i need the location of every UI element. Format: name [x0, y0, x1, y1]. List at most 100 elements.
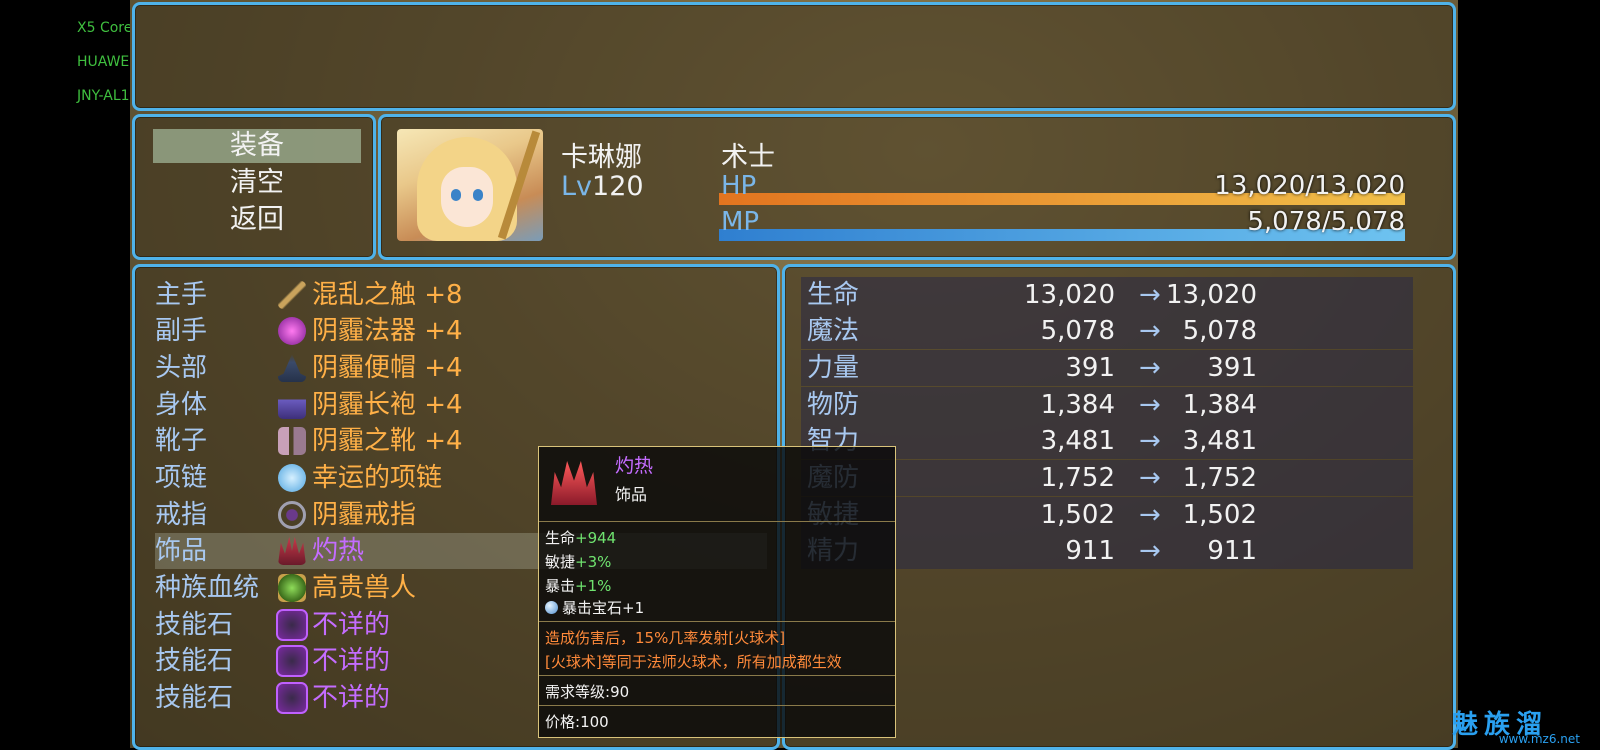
item-tooltip: 灼热 饰品 生命+944 敏捷+3% 暴击+1% 暴击宝石+1 造成伤害后，15… — [538, 446, 896, 738]
param-row: 生命 13,020 → 13,020 — [801, 277, 1413, 313]
param-new: 3,481 — [1182, 426, 1257, 456]
item-name: 不详的 — [312, 646, 391, 676]
tooltip-stat-crit: 暴击+1% — [545, 577, 612, 595]
command-equip[interactable]: 装备 — [153, 129, 361, 163]
ring-icon — [278, 501, 306, 529]
item-name: 高贵兽人 — [312, 573, 417, 603]
level-label: Lv — [561, 171, 593, 202]
equip-slot-body[interactable]: 身体 阴霾长袍 +4 — [155, 387, 767, 423]
mp-value: 5,078/5,078 — [1247, 207, 1405, 237]
item-name: 混乱之触 +8 — [312, 280, 463, 310]
hp-label: HP — [721, 171, 757, 201]
param-new: 5,078 — [1182, 316, 1257, 346]
right-arrow-icon: → — [1139, 500, 1161, 530]
slot-type-label: 技能石 — [155, 610, 234, 640]
param-new: 1,752 — [1182, 463, 1257, 493]
command-window: 装备 清空 返回 — [132, 114, 376, 260]
item-name: 阴霾便帽 +4 — [312, 353, 463, 383]
necklace-icon — [278, 464, 306, 492]
orb-icon — [278, 317, 306, 345]
tooltip-stat-hp: 生命+944 — [545, 529, 617, 547]
param-row: 力量 391 → 391 — [801, 350, 1413, 386]
param-current: 1,752 — [1040, 463, 1115, 493]
param-new: 13,020 — [1166, 280, 1257, 310]
skill-stone-icon — [276, 645, 308, 677]
tooltip-effect-line-2: [火球术]等同于法师火球术，所有加成都生效 — [545, 653, 842, 671]
slot-type-label: 副手 — [155, 316, 208, 346]
mp-gauge: MP 5,078/5,078 — [719, 207, 1405, 241]
param-row: 物防 1,384 → 1,384 — [801, 387, 1413, 423]
slot-type-label: 靴子 — [155, 426, 208, 456]
hp-gauge: HP 13,020/13,020 — [719, 171, 1405, 205]
right-arrow-icon: → — [1139, 316, 1161, 346]
item-name: 阴霾法器 +4 — [312, 316, 463, 346]
right-arrow-icon: → — [1139, 536, 1161, 566]
command-back[interactable]: 返回 — [153, 203, 361, 237]
command-clear[interactable]: 清空 — [153, 166, 361, 200]
right-arrow-icon: → — [1139, 353, 1161, 383]
param-new: 1,502 — [1182, 500, 1257, 530]
param-current: 3,481 — [1040, 426, 1115, 456]
level-value: 120 — [592, 171, 644, 202]
watermark-url: www.mz6.net — [1498, 732, 1580, 746]
slot-type-label: 项链 — [155, 463, 208, 493]
right-arrow-icon: → — [1139, 426, 1161, 456]
param-current: 911 — [1065, 536, 1115, 566]
tooltip-item-type: 饰品 — [615, 485, 648, 504]
gem-icon — [545, 601, 558, 614]
item-name: 阴霾戒指 — [312, 500, 417, 530]
staff-icon — [278, 281, 306, 309]
slot-type-label: 种族血统 — [155, 573, 260, 603]
item-name: 灼热 — [312, 536, 365, 566]
equip-slot-off-hand[interactable]: 副手 阴霾法器 +4 — [155, 313, 767, 349]
actor-class: 术士 — [721, 142, 775, 173]
param-current: 5,078 — [1040, 316, 1115, 346]
param-row: 魔法 5,078 → 5,078 — [801, 313, 1413, 349]
hp-value: 13,020/13,020 — [1214, 171, 1405, 201]
param-current: 1,384 — [1040, 390, 1115, 420]
right-arrow-icon: → — [1139, 280, 1161, 310]
accessory-icon — [278, 537, 306, 565]
slot-type-label: 主手 — [155, 280, 208, 310]
actor-level: Lv120 — [561, 171, 644, 202]
item-name: 幸运的项链 — [312, 463, 443, 493]
actor-name: 卡琳娜 — [561, 142, 642, 173]
bloodline-icon — [278, 574, 306, 602]
accessory-icon — [551, 461, 597, 505]
param-new: 1,384 — [1182, 390, 1257, 420]
skill-stone-icon — [276, 682, 308, 714]
tooltip-required-level: 需求等级:90 — [545, 683, 630, 701]
tooltip-price: 价格:100 — [545, 713, 609, 731]
param-name: 物防 — [807, 390, 860, 420]
slot-type-label: 头部 — [155, 353, 208, 383]
actor-status-window: 卡琳娜 术士 Lv120 HP 13,020/13,020 MP 5,078/5… — [378, 114, 1456, 260]
robe-icon — [278, 391, 306, 419]
mp-label: MP — [721, 207, 760, 237]
debug-device-text: HUAWEI — [77, 54, 134, 70]
tooltip-effect-line-1: 造成伤害后，15%几率发射[火球术] — [545, 629, 786, 647]
boots-icon — [278, 427, 306, 455]
slot-type-label: 身体 — [155, 390, 208, 420]
equip-slot-main-hand[interactable]: 主手 混乱之触 +8 — [155, 277, 767, 313]
right-arrow-icon: → — [1139, 463, 1161, 493]
item-name: 阴霾之靴 +4 — [312, 426, 463, 456]
item-name: 阴霾长袍 +4 — [312, 390, 463, 420]
tooltip-gem: 暴击宝石+1 — [545, 597, 644, 618]
item-name: 不详的 — [312, 683, 391, 713]
param-name: 生命 — [807, 280, 860, 310]
skill-stone-icon — [276, 609, 308, 641]
param-current: 391 — [1065, 353, 1115, 383]
param-new: 391 — [1207, 353, 1257, 383]
actor-portrait — [397, 129, 543, 241]
right-arrow-icon: → — [1139, 390, 1161, 420]
param-name: 魔法 — [807, 316, 860, 346]
tooltip-item-name: 灼热 — [615, 455, 654, 477]
equip-slot-head[interactable]: 头部 阴霾便帽 +4 — [155, 350, 767, 386]
help-window — [132, 2, 1456, 111]
param-name: 力量 — [807, 353, 860, 383]
slot-type-label: 技能石 — [155, 683, 234, 713]
slot-type-label: 饰品 — [155, 536, 208, 566]
slot-type-label: 戒指 — [155, 500, 208, 530]
param-new: 911 — [1207, 536, 1257, 566]
slot-type-label: 技能石 — [155, 646, 234, 676]
